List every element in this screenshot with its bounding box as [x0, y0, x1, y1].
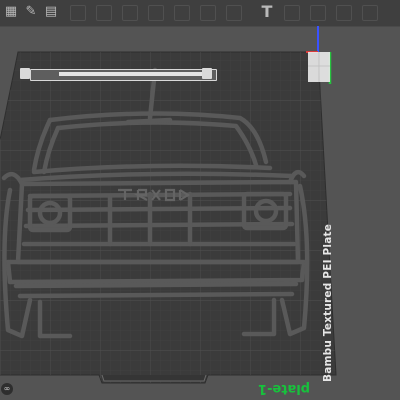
toolbar-tool-faint[interactable]: [122, 5, 138, 21]
3d-viewport[interactable]: Bambu Textured PEI Plate: [0, 26, 400, 400]
toolbar-tool-faint[interactable]: [200, 5, 216, 21]
toolbar-tool-faint[interactable]: [226, 5, 242, 21]
plate-thumbnail-bar[interactable]: [30, 69, 217, 81]
text-tool-icon[interactable]: T: [258, 3, 276, 21]
top-toolbar: ▦ ✎ ▤ T: [0, 0, 400, 27]
edit-icon[interactable]: ✎: [22, 3, 40, 21]
plate-lock-icon[interactable]: [20, 68, 30, 79]
toolbar-tool-faint[interactable]: [284, 5, 300, 21]
build-plate-scene: [0, 26, 337, 384]
infinity-icon[interactable]: ∞: [1, 383, 13, 395]
toolbar-tool-faint[interactable]: [174, 5, 190, 21]
toolbar-tool-faint[interactable]: [148, 5, 164, 21]
view-grid-icon[interactable]: ▦: [2, 3, 20, 21]
plate-settings-icon[interactable]: [202, 68, 212, 79]
toolbar-tool-faint[interactable]: [96, 5, 112, 21]
plate-tab: [101, 374, 207, 382]
toolbar-tool-faint[interactable]: [310, 5, 326, 21]
toolbar-tool-faint[interactable]: [362, 5, 378, 21]
toolbar-tool-faint[interactable]: [336, 5, 352, 21]
plate-type-label: Bambu Textured PEI Plate: [322, 223, 334, 382]
layers-icon[interactable]: ▤: [42, 3, 60, 21]
plate-name-label[interactable]: plate-1: [258, 381, 310, 396]
axis-gizmo: [306, 26, 332, 84]
toolbar-tool-faint[interactable]: [70, 5, 86, 21]
